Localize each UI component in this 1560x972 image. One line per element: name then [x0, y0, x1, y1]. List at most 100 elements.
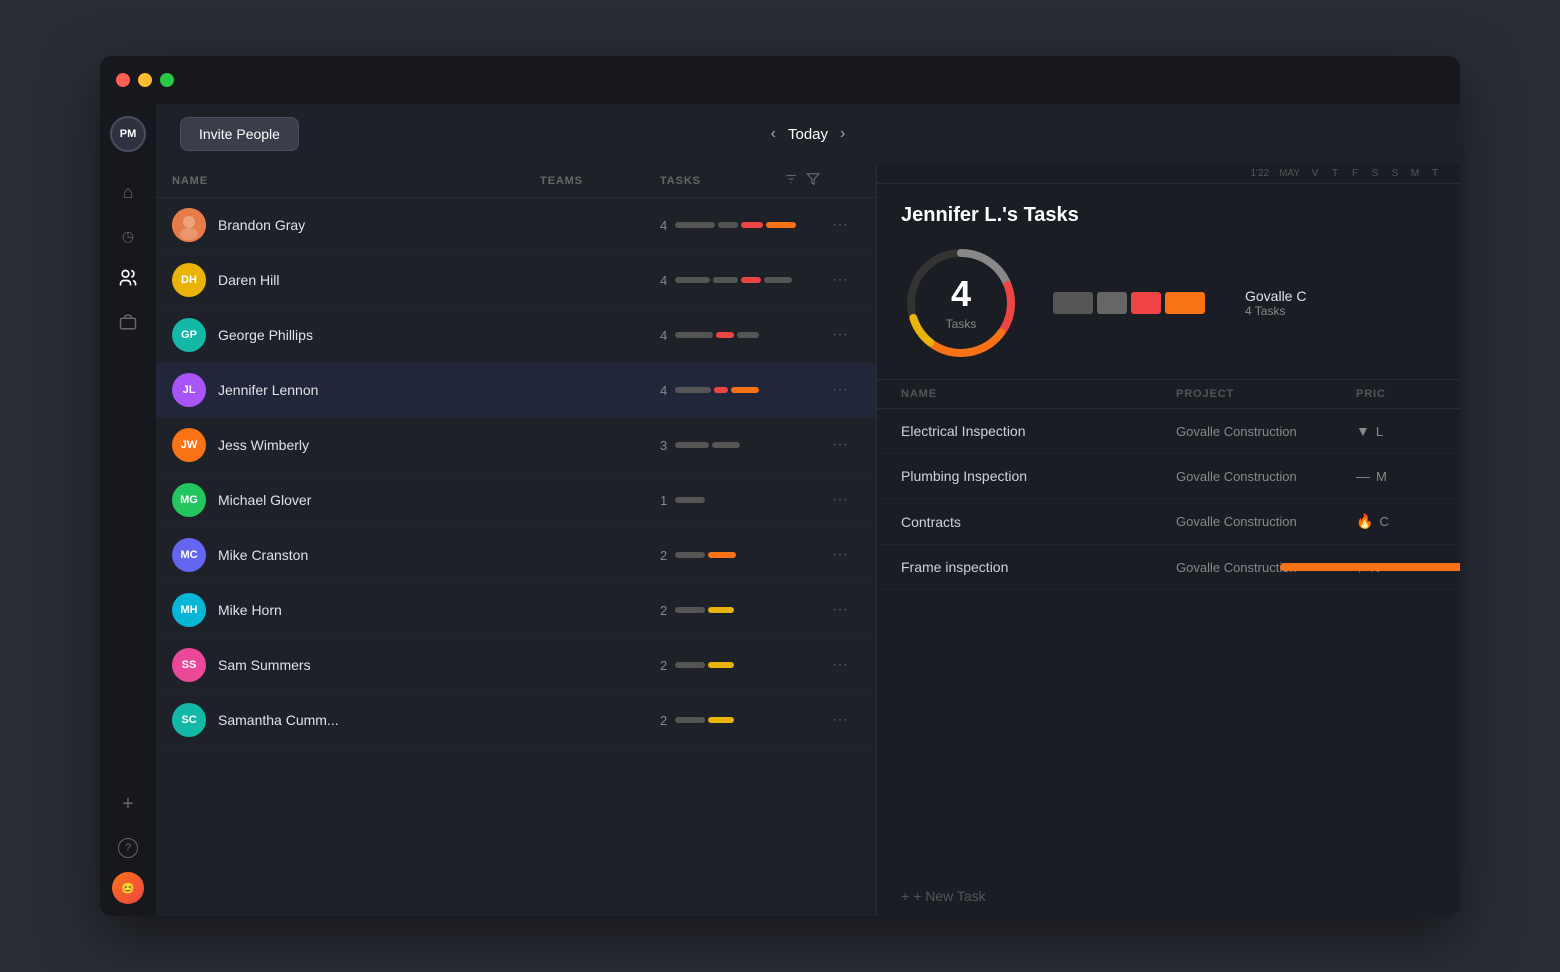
- date-navigation: ‹ Today ›: [771, 125, 846, 143]
- person-cell: DH Daren Hill: [172, 263, 540, 297]
- filter-icon[interactable]: [806, 172, 820, 189]
- legend-bar-2: [1131, 292, 1161, 314]
- task-bar: [675, 607, 705, 613]
- user-avatar[interactable]: 😊: [112, 872, 144, 904]
- task-bar: [675, 332, 713, 338]
- more-options-button[interactable]: ···: [820, 601, 860, 619]
- col-header-name: NAME: [172, 175, 540, 187]
- col-header-teams: TEAMS: [540, 175, 660, 187]
- table-row[interactable]: Brandon Gray 4 ···: [156, 198, 876, 253]
- task-bar: [708, 552, 736, 558]
- person-name: Brandon Gray: [218, 217, 305, 233]
- task-bars: [675, 442, 740, 448]
- tasks-list: Electrical Inspection Govalle Constructi…: [877, 409, 1460, 876]
- maximize-button[interactable]: [160, 73, 174, 87]
- cal-day-3: S: [1366, 168, 1384, 179]
- task-bars: [675, 552, 736, 558]
- cal-day-6: T: [1426, 168, 1444, 179]
- people-icon: [118, 268, 138, 293]
- task-row[interactable]: Contracts Govalle Construction 🔥 C: [877, 499, 1460, 545]
- table-row[interactable]: MC Mike Cranston 2 ···: [156, 528, 876, 583]
- person-cell: MH Mike Horn: [172, 593, 540, 627]
- gantt-inline-bar: [1280, 563, 1460, 571]
- more-options-button[interactable]: ···: [820, 711, 860, 729]
- more-options-button[interactable]: ···: [820, 436, 860, 454]
- more-options-button[interactable]: ···: [820, 216, 860, 234]
- avatar: JW: [172, 428, 206, 462]
- person-cell: JL Jennifer Lennon: [172, 373, 540, 407]
- table-row[interactable]: JW Jess Wimberly 3 ···: [156, 418, 876, 473]
- task-bars: [675, 607, 734, 613]
- legend-bar-3: [1165, 292, 1205, 314]
- task-row[interactable]: Electrical Inspection Govalle Constructi…: [877, 409, 1460, 454]
- task-bar: [741, 222, 763, 228]
- table-row[interactable]: JL Jennifer Lennon 4 ···: [156, 363, 876, 418]
- task-count: 4: [660, 273, 667, 288]
- task-count: 4: [660, 328, 667, 343]
- avatar: MH: [172, 593, 206, 627]
- tasks-cell: 4: [660, 218, 820, 233]
- table-row[interactable]: SS Sam Summers 2 ···: [156, 638, 876, 693]
- tasks-cell: 2: [660, 603, 820, 618]
- avatar: GP: [172, 318, 206, 352]
- avatar: [172, 208, 206, 242]
- invite-people-button[interactable]: Invite People: [180, 117, 299, 151]
- filter-settings-icon[interactable]: [784, 172, 798, 189]
- task-bar: [716, 332, 734, 338]
- detail-pane: 1'22 MAY V T F S S M T Jennifer L.'s Tas…: [876, 164, 1460, 916]
- clock-icon: ◷: [122, 228, 134, 245]
- detail-header: Jennifer L.'s Tasks: [877, 184, 1460, 380]
- task-row[interactable]: Frame inspection Govalle Construction ↑ …: [877, 545, 1460, 590]
- home-icon: ⌂: [123, 182, 134, 203]
- new-task-button[interactable]: + + New Task: [877, 876, 1460, 916]
- table-row[interactable]: DH Daren Hill 4 ···: [156, 253, 876, 308]
- add-icon: +: [122, 793, 134, 816]
- more-options-button[interactable]: ···: [820, 546, 860, 564]
- task-row[interactable]: Plumbing Inspection Govalle Construction…: [877, 454, 1460, 499]
- next-date-button[interactable]: ›: [840, 125, 845, 143]
- person-cell: SS Sam Summers: [172, 648, 540, 682]
- sidebar-item-briefcase[interactable]: [108, 304, 148, 344]
- table-row[interactable]: MH Mike Horn 2 ···: [156, 583, 876, 638]
- minimize-button[interactable]: [138, 73, 152, 87]
- priority-label: M: [1376, 469, 1387, 484]
- sidebar-item-add[interactable]: +: [108, 784, 148, 824]
- current-date-label: Today: [788, 126, 828, 143]
- table-body: Brandon Gray 4 ··· DH Daren Hill 4 ··· G…: [156, 198, 876, 916]
- new-task-plus-icon: +: [901, 888, 909, 904]
- traffic-lights: [116, 73, 174, 87]
- table-header: NAME TEAMS TASKS: [156, 164, 876, 198]
- tasks-col-name: NAME: [901, 388, 1176, 400]
- new-task-label: + New Task: [913, 888, 986, 904]
- prev-date-button[interactable]: ‹: [771, 125, 776, 143]
- task-bars: [675, 277, 792, 283]
- avatar: MG: [172, 483, 206, 517]
- sidebar-item-clock[interactable]: ◷: [108, 216, 148, 256]
- table-row[interactable]: GP George Phillips 4 ···: [156, 308, 876, 363]
- more-options-button[interactable]: ···: [820, 271, 860, 289]
- more-options-button[interactable]: ···: [820, 381, 860, 399]
- sidebar-item-help[interactable]: ?: [108, 828, 148, 868]
- person-name: Jess Wimberly: [218, 437, 309, 453]
- table-row[interactable]: MG Michael Glover 1 ···: [156, 473, 876, 528]
- person-name: George Phillips: [218, 327, 313, 343]
- more-options-button[interactable]: ···: [820, 656, 860, 674]
- task-bar: [675, 387, 711, 393]
- task-bar: [675, 222, 715, 228]
- more-options-button[interactable]: ···: [820, 326, 860, 344]
- table-row[interactable]: SC Samantha Cumm... 2 ···: [156, 693, 876, 748]
- task-bars: [675, 222, 796, 228]
- legend-bars-container: [1053, 292, 1205, 314]
- task-bar: [708, 662, 734, 668]
- cal-day-4: S: [1386, 168, 1404, 179]
- app-logo[interactable]: PM: [110, 116, 146, 152]
- col-header-tasks: TASKS: [660, 172, 820, 189]
- task-count: 4: [660, 218, 667, 233]
- main-layout: PM ⌂ ◷: [100, 104, 1460, 916]
- more-options-button[interactable]: ···: [820, 491, 860, 509]
- person-cell: JW Jess Wimberly: [172, 428, 540, 462]
- sidebar-item-people[interactable]: [108, 260, 148, 300]
- priority-icon: 🔥: [1356, 513, 1373, 530]
- close-button[interactable]: [116, 73, 130, 87]
- sidebar-item-home[interactable]: ⌂: [108, 172, 148, 212]
